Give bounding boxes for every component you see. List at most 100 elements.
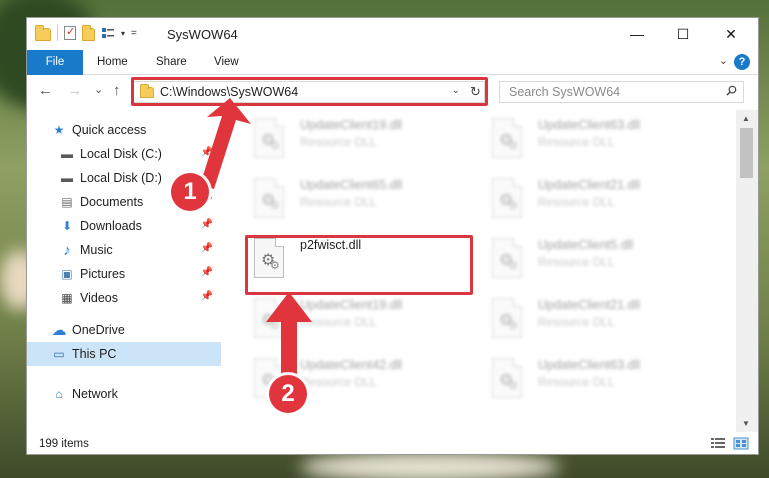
step-1-badge: 1 <box>171 173 209 211</box>
computer-icon: ▭ <box>53 347 65 361</box>
customize-view-icon[interactable] <box>101 26 115 40</box>
file-tile[interactable]: ⚙ ⚙ UpdateClient21.dll Resource DLL <box>488 174 718 228</box>
new-folder-icon[interactable] <box>82 25 95 41</box>
sidebar-item-label: Music <box>80 243 113 257</box>
ribbon-expand-icon[interactable]: ⌄ <box>719 54 728 67</box>
quick-access-toolbar: ▾ = <box>35 25 137 41</box>
dll-file-icon: ⚙⚙ <box>492 238 522 278</box>
tab-view[interactable]: View <box>214 50 239 75</box>
help-icon[interactable]: ? <box>734 54 750 70</box>
file-tile[interactable]: ⚙ ⚙ UpdateClient19.dll Resource DLL <box>250 114 480 168</box>
sidebar-item-network[interactable]: ⌂ Network <box>27 382 221 406</box>
gear-icon: ⚙ <box>270 200 280 212</box>
search-icon[interactable] <box>726 85 737 96</box>
address-bar-highlight <box>131 77 488 106</box>
scroll-up-icon[interactable]: ▲ <box>742 114 750 123</box>
file-name: UpdateClient42.dll <box>300 358 403 372</box>
file-type: Resource DLL <box>538 315 615 329</box>
file-name: UpdateClient21.dll <box>538 298 641 312</box>
file-type: Resource DLL <box>538 195 615 209</box>
file-type: Resource DLL <box>538 135 615 149</box>
sidebar-item-label: Downloads <box>80 219 142 233</box>
file-tile[interactable]: ⚙ ⚙ UpdateClient63.dll Resource DLL <box>488 114 718 168</box>
chevron-down-icon[interactable]: ▾ <box>121 29 125 38</box>
file-type: Resource DLL <box>538 255 615 269</box>
download-icon: ⬇ <box>61 219 73 233</box>
file-name: UpdateClient63.dll <box>538 358 641 372</box>
sidebar-item-local-disk-c[interactable]: ▬ Local Disk (C:) 📌 <box>27 142 221 166</box>
pictures-icon: ▣ <box>61 267 73 281</box>
gear-icon: ⚙ <box>508 260 518 272</box>
file-tile[interactable]: ⚙ ⚙ UpdateClient65.dll Resource DLL <box>250 174 480 228</box>
folder-icon <box>35 25 51 41</box>
gear-icon: ⚙ <box>508 380 518 392</box>
tab-home[interactable]: Home <box>97 50 128 75</box>
tab-file[interactable]: File <box>27 50 83 75</box>
scrollbar-thumb[interactable] <box>740 128 753 178</box>
cloud-icon: ☁ <box>51 322 67 339</box>
minimize-button[interactable]: — <box>614 18 660 50</box>
file-name: UpdateClient21.dll <box>538 178 641 192</box>
sidebar-item-quick-access[interactable]: ★ Quick access <box>27 118 221 142</box>
file-type: Resource DLL <box>300 195 377 209</box>
file-type: Resource DLL <box>300 315 377 329</box>
title-bar: ▾ = SysWOW64 — ☐ ✕ <box>27 18 758 50</box>
sidebar-item-videos[interactable]: ▦ Videos 📌 <box>27 286 221 310</box>
separator <box>57 25 58 41</box>
ribbon-tabs: File Home Share View ⌄ ? <box>27 50 758 75</box>
pin-icon: 📌 <box>200 267 213 278</box>
properties-icon[interactable] <box>64 25 76 40</box>
tab-share[interactable]: Share <box>156 50 187 75</box>
scroll-down-icon[interactable]: ▼ <box>742 419 750 428</box>
dll-file-icon: ⚙⚙ <box>254 118 284 158</box>
file-type: Resource DLL <box>300 135 377 149</box>
window-title: SysWOW64 <box>167 27 238 42</box>
sidebar-item-label: This PC <box>72 347 117 361</box>
navigation-pane: ★ Quick access ▬ Local Disk (C:) 📌 ▬ Loc… <box>27 110 221 432</box>
drive-icon: ▬ <box>61 171 73 185</box>
status-bar: 199 items <box>27 432 758 454</box>
details-view-icon[interactable] <box>710 437 726 450</box>
pin-icon: 📌 <box>200 243 213 254</box>
pin-icon: 📌 <box>200 291 213 302</box>
sidebar-item-onedrive[interactable]: ☁ OneDrive <box>27 318 221 342</box>
documents-icon: ▤ <box>61 195 73 209</box>
qat-customize-icon[interactable]: = <box>131 28 137 39</box>
file-tile[interactable]: ⚙ ⚙ UpdateClient21.dll Resource DLL <box>488 294 718 348</box>
dll-file-icon: ⚙⚙ <box>492 298 522 338</box>
file-tile[interactable]: ⚙ ⚙ UpdateClient19.dll Resource DLL <box>250 294 480 348</box>
sidebar-item-pictures[interactable]: ▣ Pictures 📌 <box>27 262 221 286</box>
search-input[interactable]: Search SysWOW64 <box>499 81 744 103</box>
file-type: Resource DLL <box>538 375 615 389</box>
dll-file-icon: ⚙⚙ <box>254 178 284 218</box>
dll-file-icon: ⚙⚙ <box>254 298 284 338</box>
forward-button[interactable]: → <box>67 82 82 99</box>
file-name: UpdateClient63.dll <box>538 118 641 132</box>
close-button[interactable]: ✕ <box>708 18 754 50</box>
file-name: UpdateClient65.dll <box>300 178 403 192</box>
file-type: Resource DLL <box>300 375 377 389</box>
recent-locations-button[interactable]: ⌄ <box>94 83 103 96</box>
sidebar-item-label: Documents <box>80 195 144 209</box>
gear-icon: ⚙ <box>508 140 518 152</box>
file-tile[interactable]: ⚙ ⚙ UpdateClient63.dll Resource DLL <box>488 354 718 408</box>
up-button[interactable]: ↑ <box>113 82 121 99</box>
file-name: UpdateClient19.dll <box>300 298 403 312</box>
tiles-view-icon[interactable] <box>733 437 749 450</box>
maximize-button[interactable]: ☐ <box>660 18 706 50</box>
sidebar-item-music[interactable]: ♪ Music 📌 <box>27 238 221 262</box>
back-button[interactable]: ← <box>38 82 53 99</box>
sidebar-item-this-pc[interactable]: ▭ This PC <box>27 342 221 366</box>
pin-icon: 📌 <box>200 147 213 158</box>
network-icon: ⌂ <box>55 387 63 401</box>
star-icon: ★ <box>53 123 65 137</box>
file-name: UpdateClient5.dll <box>538 238 634 252</box>
desktop-background-flower <box>300 452 560 478</box>
sidebar-item-downloads[interactable]: ⬇ Downloads 📌 <box>27 214 221 238</box>
music-icon: ♪ <box>63 241 71 259</box>
vertical-scrollbar[interactable]: ▲ ▼ <box>736 110 758 432</box>
file-name: UpdateClient19.dll <box>300 118 403 132</box>
sidebar-item-label: Pictures <box>80 267 126 281</box>
item-count: 199 items <box>39 438 89 450</box>
file-tile[interactable]: ⚙ ⚙ UpdateClient5.dll Resource DLL <box>488 234 718 288</box>
